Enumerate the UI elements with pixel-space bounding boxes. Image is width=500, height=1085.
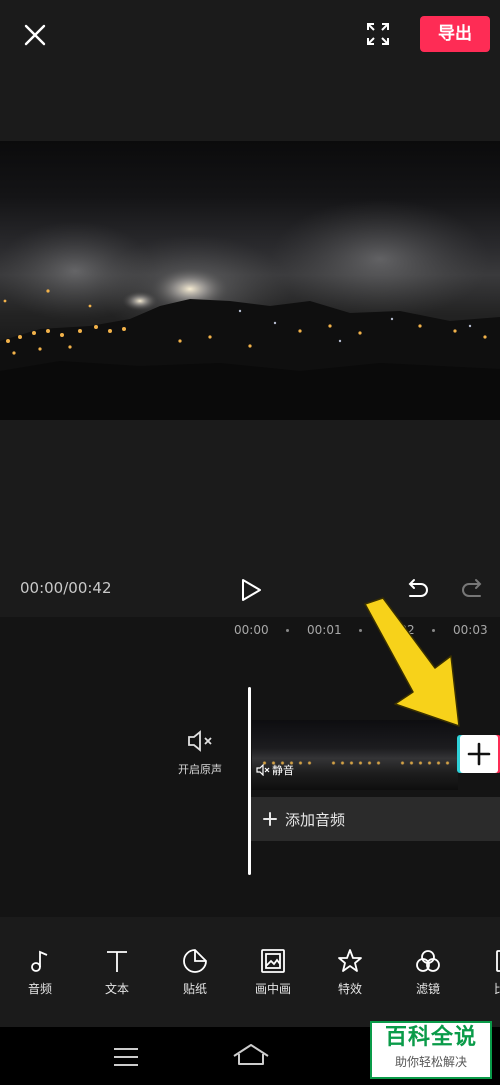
playhead[interactable] xyxy=(248,687,251,875)
tool-label: 音频 xyxy=(27,982,52,996)
fullscreen-icon xyxy=(367,23,389,45)
edit-toolbar: 音频 文本 贴纸 画中画 特效 滤镜 比 xyxy=(0,940,500,1010)
music-note-icon xyxy=(31,950,48,972)
fullscreen-button[interactable] xyxy=(362,18,394,50)
speaker-mute-icon xyxy=(188,730,212,752)
add-audio-label: 添加音频 xyxy=(285,810,346,829)
tool-text[interactable]: 文本 xyxy=(87,940,147,997)
ruler-dot xyxy=(286,629,289,632)
plus-icon xyxy=(263,812,277,826)
video-preview[interactable] xyxy=(0,141,500,420)
tool-pip[interactable]: 画中画 xyxy=(243,940,303,997)
play-icon xyxy=(242,579,261,601)
tool-audio[interactable]: 音频 xyxy=(10,940,70,997)
original-sound-label: 开启原声 xyxy=(178,763,222,776)
ruler-tick-label: 00:01 xyxy=(307,623,342,637)
tool-ratio[interactable]: 比 xyxy=(475,940,500,997)
watermark-subtitle: 助你轻松解决 xyxy=(394,1055,467,1069)
play-button[interactable] xyxy=(236,575,266,605)
tool-label: 滤镜 xyxy=(415,982,440,996)
watermark-title: 百科全说 xyxy=(384,1025,477,1050)
tool-label: 比 xyxy=(475,980,500,997)
top-bar: 导出 xyxy=(0,0,500,70)
effects-star-icon xyxy=(338,949,362,972)
tool-label: 文本 xyxy=(104,982,129,996)
watermark-logo: 百科全说 助你轻松解决 xyxy=(370,1021,492,1079)
ratio-icon xyxy=(496,950,500,972)
home-button[interactable] xyxy=(232,1042,270,1070)
sticker-icon xyxy=(183,949,207,973)
home-icon xyxy=(233,1044,269,1065)
tool-label: 画中画 xyxy=(254,982,291,996)
menu-button[interactable] xyxy=(113,1047,139,1067)
original-sound-toggle[interactable]: 开启原声 xyxy=(168,729,232,777)
text-icon xyxy=(107,951,127,972)
tool-label: 贴纸 xyxy=(182,982,207,996)
ruler-tick-label: 00:00 xyxy=(234,623,269,637)
clip-mute-label: 静音 xyxy=(272,764,294,777)
tool-sticker[interactable]: 贴纸 xyxy=(165,940,225,997)
annotation-arrow-icon xyxy=(364,597,460,727)
export-button[interactable]: 导出 xyxy=(420,16,490,52)
timecode: 00:00/00:42 xyxy=(20,579,112,597)
close-icon xyxy=(24,24,46,46)
filter-icon xyxy=(416,950,440,972)
picture-in-picture-icon xyxy=(261,949,285,973)
add-audio-track[interactable]: 添加音频 xyxy=(251,797,500,841)
clip-mute-tag: 静音 xyxy=(256,762,294,778)
tool-filter[interactable]: 滤镜 xyxy=(398,940,458,997)
clip-thumbnail: 静音 xyxy=(252,720,321,790)
fireworks-city-night-image xyxy=(0,199,500,420)
tool-effects[interactable]: 特效 xyxy=(320,940,380,997)
menu-icon xyxy=(114,1048,138,1066)
plus-icon xyxy=(467,742,491,766)
close-button[interactable] xyxy=(18,18,52,52)
add-clip-button[interactable] xyxy=(460,735,498,773)
tool-label: 特效 xyxy=(337,982,362,996)
speaker-mute-icon xyxy=(256,764,270,776)
